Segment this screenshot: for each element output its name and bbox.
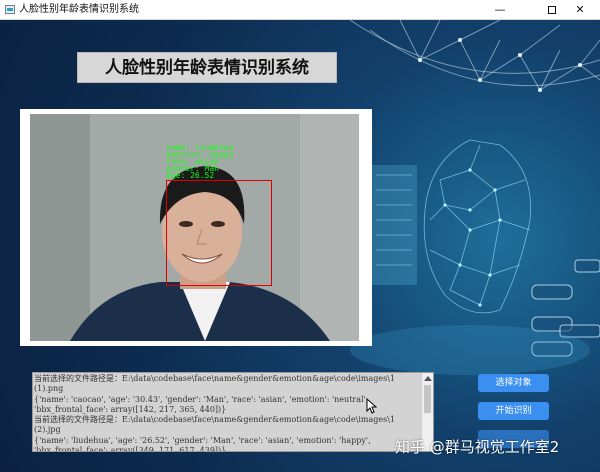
log-text: 当前选择的文件路径是：E:\data\codebase\face\name&ge…	[34, 374, 396, 452]
detection-labels: name: liudehua emotion: happy race: asia…	[166, 144, 233, 180]
window-title: 人脸性别年龄表情识别系统	[19, 4, 139, 15]
scroll-up-icon[interactable]	[424, 376, 432, 381]
mouse-cursor-icon	[366, 398, 378, 414]
minimize-button[interactable]: —	[478, 0, 522, 20]
title-bar: 人脸性别年龄表情识别系统 — ✕	[0, 0, 600, 20]
app-window: 人脸性别年龄表情识别系统 — ✕ 人脸性别年龄表情识别系统 name: liud…	[0, 0, 600, 472]
face-bounding-box	[166, 180, 272, 286]
close-button[interactable]: ✕	[558, 0, 600, 20]
scroll-thumb[interactable]	[424, 385, 431, 413]
app-icon	[5, 5, 15, 14]
page-title: 人脸性别年龄表情识别系统	[77, 52, 337, 83]
start-recognition-button[interactable]: 开始识别	[478, 402, 549, 420]
label-age: age: 26.52	[166, 171, 215, 180]
select-object-button[interactable]: 选择对象	[478, 374, 549, 392]
watermark: 知乎 @群马视觉工作室2	[395, 438, 560, 456]
maximize-icon	[548, 6, 556, 14]
